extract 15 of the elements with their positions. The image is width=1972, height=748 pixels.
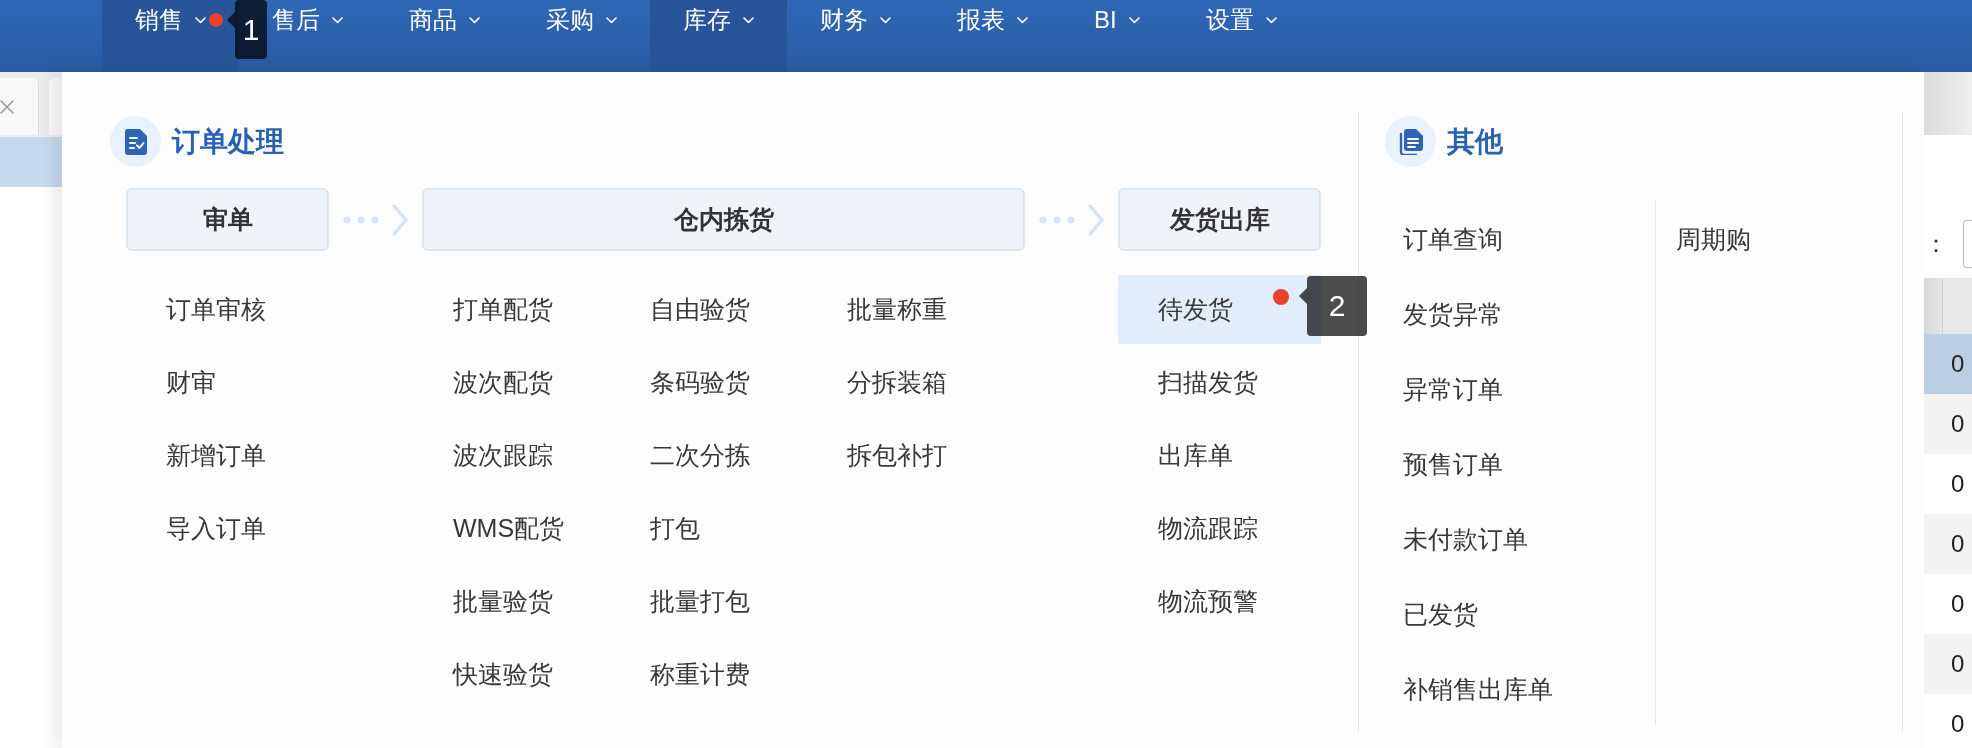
table-cell-text: 0: [1951, 709, 1965, 739]
section-title: 订单处理: [172, 124, 284, 159]
flow-step: 审单: [126, 188, 329, 251]
field-label: ：: [1924, 229, 1948, 259]
table-cell-text: 0: [1951, 409, 1965, 439]
table-cell-text: 0: [1951, 529, 1965, 559]
flow-step: 发货出库: [1118, 188, 1321, 251]
number-tooltip: 2: [1299, 276, 1367, 336]
table-cell-text: 0: [1951, 349, 1965, 379]
flow-step: 仓内拣货: [422, 188, 1025, 251]
table-cell-text: 0: [1951, 649, 1965, 679]
table-cell-text: 0: [1951, 589, 1965, 619]
number-tooltip: 1: [227, 0, 267, 59]
section-title: 其他: [1447, 124, 1503, 159]
table-cell-text: 0: [1951, 469, 1965, 499]
